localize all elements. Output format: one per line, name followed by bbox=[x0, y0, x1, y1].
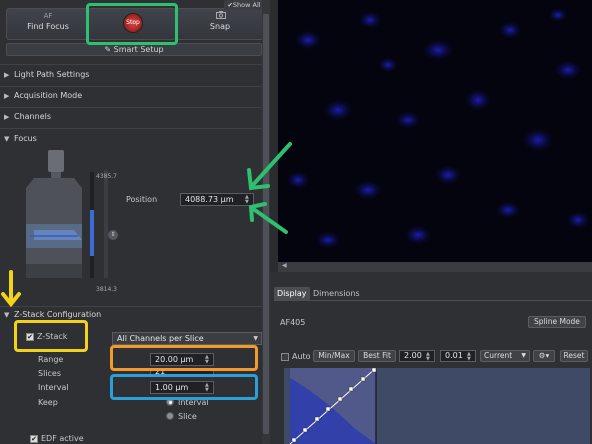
range-input[interactable]: 20.00 µm ▲ ▼ bbox=[150, 353, 214, 366]
spinner-arrows-icon[interactable]: ▲ ▼ bbox=[245, 195, 252, 205]
histogram-view[interactable] bbox=[284, 368, 590, 444]
spline-mode-button[interactable]: Spline Mode bbox=[528, 316, 586, 328]
edf-checkbox[interactable]: ✔ bbox=[30, 435, 38, 443]
scroll-left-icon[interactable]: ◀ bbox=[282, 262, 287, 269]
find-focus-button[interactable]: AF Find Focus bbox=[6, 8, 90, 40]
camera-icon bbox=[216, 11, 226, 19]
interval-label: Interval bbox=[38, 383, 69, 392]
stop-icon: Stop bbox=[123, 13, 143, 33]
focus-scale-top: 4385.7 bbox=[96, 173, 117, 180]
chevron-down-icon: ▼ bbox=[253, 335, 258, 342]
auto-checkbox[interactable] bbox=[281, 353, 289, 361]
auto-label: Auto bbox=[292, 352, 311, 361]
channel-name: AF405 bbox=[280, 318, 306, 327]
snap-button[interactable]: Snap bbox=[176, 8, 264, 40]
keep-label: Keep bbox=[38, 398, 58, 407]
focus-slider-track[interactable] bbox=[104, 170, 108, 278]
current-select[interactable]: Current ▼ bbox=[480, 350, 530, 362]
divider bbox=[0, 86, 262, 87]
image-viewer[interactable] bbox=[278, 0, 592, 262]
divider bbox=[0, 64, 262, 65]
left-control-panel: AF Find Focus Stop Snap ✔Show All ✎ Smar… bbox=[0, 0, 270, 444]
reset-button[interactable]: Reset bbox=[560, 350, 588, 362]
keep-interval-label: Interval bbox=[178, 398, 209, 407]
divider bbox=[0, 107, 262, 108]
divider bbox=[0, 128, 262, 129]
edf-label: EDF active bbox=[41, 434, 84, 443]
gamma-input[interactable]: 2.00 ▲ ▼ bbox=[399, 350, 435, 362]
section-light-path[interactable]: ▶ Light Path Settings bbox=[4, 68, 89, 82]
interval-input[interactable]: 1.00 µm ▲ ▼ bbox=[150, 381, 214, 394]
collapse-triangle-icon: ▼ bbox=[4, 311, 10, 319]
tab-dimensions[interactable]: Dimensions bbox=[310, 287, 363, 300]
scrollbar-thumb[interactable] bbox=[263, 14, 269, 434]
image-horizontal-scrollbar[interactable]: ◀ bbox=[278, 262, 592, 272]
keep-interval-radio[interactable] bbox=[166, 398, 174, 406]
spinner-arrows-icon[interactable]: ▲ ▼ bbox=[426, 352, 433, 362]
chevron-down-icon: ▼ bbox=[521, 352, 526, 359]
smart-setup-button[interactable]: ✎ Smart Setup bbox=[6, 43, 262, 56]
spinner-arrows-icon[interactable]: ▲ ▼ bbox=[205, 383, 212, 393]
spinner-arrows-icon[interactable]: ▲ ▼ bbox=[467, 352, 474, 362]
zstack-label: Z-Stack bbox=[37, 332, 68, 341]
offset-input[interactable]: 0.01 ▲ ▼ bbox=[440, 350, 476, 362]
gamma-value: 2.00 bbox=[404, 351, 422, 360]
wand-icon: ✎ bbox=[104, 45, 114, 54]
tab-display[interactable]: Display bbox=[274, 287, 310, 300]
snap-label: Snap bbox=[209, 22, 231, 31]
keep-slice-label: Slice bbox=[178, 412, 197, 421]
objective-icon bbox=[48, 150, 64, 172]
slices-label: Slices bbox=[38, 369, 62, 378]
left-panel-scrollbar[interactable] bbox=[262, 0, 270, 444]
position-value: 4088.73 µm bbox=[185, 195, 234, 204]
show-all-label: Show All bbox=[232, 1, 261, 9]
settings-menu-button[interactable]: ⚙▾ bbox=[533, 350, 555, 362]
expand-triangle-icon: ▶ bbox=[4, 92, 10, 100]
section-zstack-configuration[interactable]: ▼ Z-Stack Configuration bbox=[4, 308, 101, 322]
slices-input[interactable]: 21 bbox=[150, 368, 214, 376]
current-value: Current bbox=[484, 351, 513, 360]
slices-value: 21 bbox=[155, 368, 166, 376]
zstack-checkbox[interactable]: ✔ bbox=[26, 333, 34, 341]
zstack-mode-select[interactable]: All Channels per Slice ▼ bbox=[112, 332, 262, 345]
section-title: Acquisition Mode bbox=[14, 91, 83, 100]
spinner-arrows-icon[interactable]: ▲ ▼ bbox=[205, 355, 212, 365]
section-title: Focus bbox=[14, 134, 37, 143]
histogram-graph bbox=[289, 368, 377, 444]
collapse-triangle-icon: ▼ bbox=[4, 135, 10, 143]
af-label: AF bbox=[43, 12, 53, 20]
section-channels[interactable]: ▶ Channels bbox=[4, 110, 51, 124]
gear-icon: ⚙▾ bbox=[538, 351, 550, 360]
section-title: Light Path Settings bbox=[14, 70, 90, 79]
focus-slider-handle[interactable]: ⇕ bbox=[108, 230, 118, 240]
expand-triangle-icon: ▶ bbox=[4, 113, 10, 121]
fluorescence-image bbox=[286, 8, 590, 249]
range-label: Range bbox=[38, 355, 64, 364]
focus-range-bar bbox=[90, 210, 94, 256]
focus-stage-graphic bbox=[26, 150, 82, 278]
position-label: Position bbox=[126, 195, 158, 204]
stop-button[interactable]: Stop bbox=[88, 8, 176, 40]
divider bbox=[0, 306, 262, 307]
interval-value: 1.00 µm bbox=[155, 383, 189, 392]
range-value: 20.00 µm bbox=[155, 355, 194, 364]
keep-slice-radio[interactable] bbox=[166, 412, 174, 420]
section-focus[interactable]: ▼ Focus bbox=[4, 132, 37, 146]
expand-triangle-icon: ▶ bbox=[4, 71, 10, 79]
offset-value: 0.01 bbox=[445, 351, 463, 360]
find-focus-label: Find Focus bbox=[27, 22, 69, 31]
best-fit-button[interactable]: Best Fit bbox=[358, 350, 396, 362]
show-all-toggle[interactable]: ✔Show All bbox=[224, 0, 264, 10]
section-title: Channels bbox=[14, 112, 52, 121]
position-input[interactable]: 4088.73 µm ▲ ▼ bbox=[180, 193, 254, 206]
section-acquisition-mode[interactable]: ▶ Acquisition Mode bbox=[4, 89, 82, 103]
zstack-mode-value: All Channels per Slice bbox=[117, 334, 204, 343]
focus-scale-bottom: 3814.3 bbox=[96, 286, 117, 293]
section-title: Z-Stack Configuration bbox=[14, 310, 102, 319]
tab-divider bbox=[274, 300, 592, 301]
minmax-button[interactable]: Min/Max bbox=[313, 350, 355, 362]
smart-setup-label: Smart Setup bbox=[113, 45, 164, 54]
